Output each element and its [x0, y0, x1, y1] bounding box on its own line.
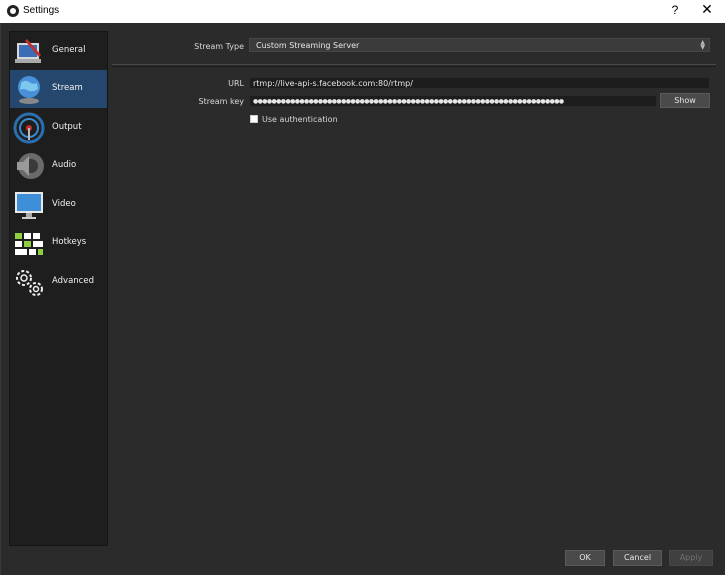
- url-input[interactable]: rtmp://live-api-s.facebook.com:80/rtmp/: [249, 77, 710, 89]
- sidebar-item-hotkeys[interactable]: Hotkeys: [10, 224, 107, 262]
- stream-key-input[interactable]: ●●●●●●●●●●●●●●●●●●●●●●●●●●●●●●●●●●●●●●●●…: [249, 95, 657, 107]
- gears-icon: [16, 270, 43, 296]
- sidebar-item-general[interactable]: General: [10, 32, 107, 70]
- title-bar: Settings ? ✕: [0, 0, 725, 23]
- url-label: URL: [228, 79, 244, 88]
- use-authentication-checkbox[interactable]: [250, 115, 258, 123]
- sidebar-item-label: General: [52, 45, 86, 55]
- output-icon: [13, 112, 45, 144]
- stream-type-value: Custom Streaming Server: [256, 41, 360, 50]
- settings-sidebar: General Stream Output Audio Video Hotkey…: [9, 31, 108, 546]
- window-title: Settings: [23, 5, 60, 16]
- speaker-icon: [17, 153, 44, 179]
- stream-globe-icon: [18, 76, 40, 104]
- ok-button[interactable]: OK: [565, 550, 605, 566]
- sidebar-item-label: Video: [52, 199, 76, 209]
- sidebar-item-label: Stream: [52, 83, 83, 93]
- keyboard-icon: [15, 233, 43, 255]
- sidebar-item-output[interactable]: Output: [10, 109, 107, 147]
- sidebar-item-video[interactable]: Video: [10, 186, 107, 224]
- sidebar-item-label: Hotkeys: [52, 237, 87, 247]
- sidebar-item-label: Audio: [52, 160, 77, 170]
- sidebar-item-stream[interactable]: Stream: [10, 70, 107, 108]
- stream-type-select[interactable]: Custom Streaming Server ▲ ▼: [249, 38, 710, 52]
- close-button[interactable]: ✕: [698, 1, 716, 18]
- url-value: rtmp://live-api-s.facebook.com:80/rtmp/: [253, 79, 413, 88]
- obs-logo-icon: [7, 5, 19, 17]
- monitor-icon: [15, 192, 43, 219]
- sidebar-item-audio[interactable]: Audio: [10, 147, 107, 185]
- sidebar-item-advanced[interactable]: Advanced: [10, 263, 107, 301]
- apply-button[interactable]: Apply: [669, 550, 713, 566]
- divider-shadow: [112, 66, 716, 67]
- help-button[interactable]: ?: [668, 3, 682, 17]
- stream-type-label: Stream Type: [194, 42, 244, 51]
- divider: [112, 64, 716, 65]
- general-icon: [15, 39, 41, 63]
- stream-key-label: Stream key: [198, 97, 245, 106]
- chevron-updown-icon: ▲ ▼: [700, 39, 705, 51]
- sidebar-item-label: Output: [52, 122, 82, 132]
- cancel-button[interactable]: Cancel: [613, 550, 662, 566]
- show-key-button[interactable]: Show: [660, 93, 710, 108]
- use-authentication-label: Use authentication: [262, 115, 338, 124]
- sidebar-item-label: Advanced: [52, 276, 94, 286]
- stream-key-value: ●●●●●●●●●●●●●●●●●●●●●●●●●●●●●●●●●●●●●●●●…: [253, 98, 564, 105]
